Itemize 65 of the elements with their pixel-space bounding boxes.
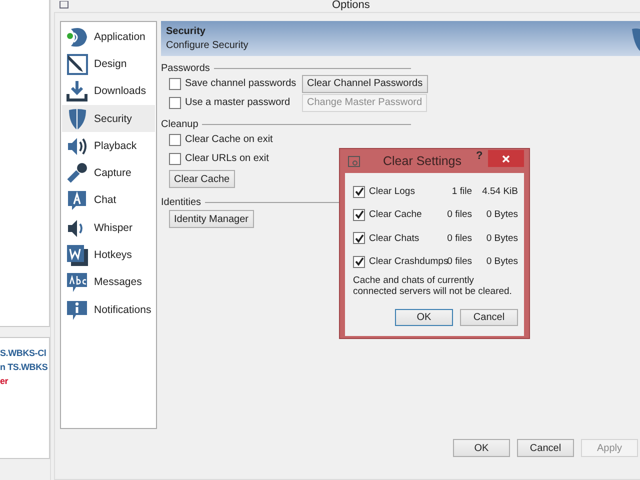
button[interactable]: Clear Channel Passwords: [302, 74, 428, 92]
sidebar-item[interactable]: Notifications: [62, 296, 155, 324]
shield-icon: [632, 27, 640, 51]
file-size: 0 Bytes: [485, 256, 518, 268]
checkbox[interactable]: [169, 152, 181, 164]
checkbox[interactable]: [169, 134, 181, 146]
close-button[interactable]: [488, 150, 524, 167]
checkbox-label: Clear Logs: [369, 186, 415, 198]
window-title: Options: [332, 0, 370, 11]
speech-bubble-icon: [65, 270, 89, 294]
sidebar-item[interactable]: Downloads: [62, 78, 155, 105]
file-size: 0 Bytes: [485, 232, 518, 244]
group-title: Cleanup: [161, 118, 198, 130]
file-count: 0 files: [447, 232, 472, 244]
sidebar-item[interactable]: Hotkeys: [62, 241, 155, 269]
pencil-icon: [65, 52, 89, 76]
sidebar-item[interactable]: Whisper: [62, 214, 155, 242]
sidebar-item[interactable]: Messages: [62, 268, 155, 296]
sidebar-item[interactable]: Playback: [62, 132, 155, 160]
button[interactable]: OK: [453, 439, 510, 457]
checkbox-label: Save channel passwords: [185, 78, 296, 89]
file-size: 4.54 KiB: [481, 186, 518, 198]
checkbox-label: Clear Chats: [369, 232, 420, 244]
chat-bubble-icon: [65, 188, 89, 212]
checkbox[interactable]: [353, 186, 365, 198]
file-count: 0 files: [447, 256, 472, 268]
checkbox-label: Use a master password: [185, 97, 290, 108]
checkbox-label: Clear Cache on exit: [185, 134, 273, 145]
note-text: Cache and chats of currently connected servers will not be cleared.: [353, 275, 513, 298]
log-line: n TS.WBKS: [0, 361, 49, 374]
sidebar-item[interactable]: Application: [62, 23, 155, 50]
page-title: Security: [166, 26, 206, 37]
keyboard-key-icon: [65, 243, 89, 268]
checkbox[interactable]: [169, 96, 181, 108]
dialog-title: Clear Settings: [383, 154, 462, 168]
page-subtitle: Configure Security: [166, 40, 248, 51]
checkbox[interactable]: [353, 208, 365, 221]
window-icon: [59, 1, 69, 9]
microphone-icon: [65, 161, 89, 186]
checkbox[interactable]: [169, 78, 181, 90]
file-count: 0 files: [447, 209, 472, 220]
checkbox-label: Clear Crashdumps: [369, 256, 448, 268]
sidebar-item[interactable]: Design: [62, 50, 155, 78]
window-icon: [348, 156, 360, 166]
button[interactable]: OK: [395, 309, 453, 326]
file-count: 1 file: [452, 186, 472, 198]
group-title: Identities: [161, 196, 202, 208]
download-icon: [65, 79, 89, 104]
log-line: er: [0, 375, 10, 388]
group-title: Passwords: [161, 62, 210, 74]
checkbox[interactable]: [353, 232, 365, 244]
close-icon: [502, 154, 510, 162]
checkbox-label: Clear Cache: [369, 209, 422, 220]
sidebar-item[interactable]: Security: [62, 104, 155, 132]
sidebar-item[interactable]: Chat: [62, 186, 155, 214]
button[interactable]: Clear Cache: [169, 170, 235, 188]
sidebar-item[interactable]: Capture: [62, 159, 155, 187]
checkbox-label: Clear URLs on exit: [185, 153, 269, 164]
file-size: 0 Bytes: [485, 209, 518, 220]
button[interactable]: Cancel: [517, 439, 574, 457]
log-line: S.WBKS-Cl: [0, 347, 48, 360]
button[interactable]: Identity Manager: [169, 210, 254, 228]
checkbox[interactable]: [353, 256, 365, 268]
button[interactable]: Cancel: [460, 309, 518, 326]
help-button[interactable]: ?: [473, 150, 486, 162]
